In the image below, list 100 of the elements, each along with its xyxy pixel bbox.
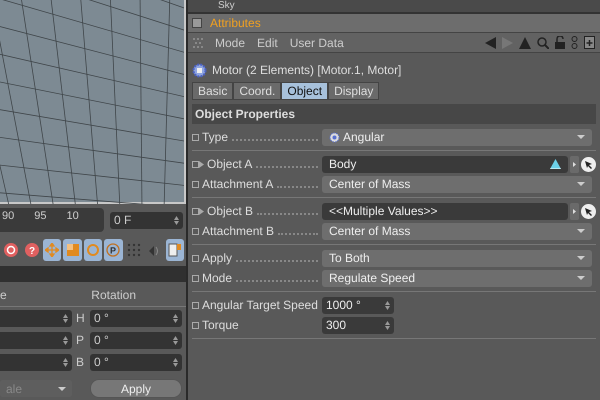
caret-icon xyxy=(577,182,585,186)
arrow-icon xyxy=(573,162,576,166)
field-label: Attachment B xyxy=(202,223,274,240)
tool-button[interactable] xyxy=(166,239,184,261)
move-icon xyxy=(45,243,60,257)
timeline-ruler[interactable]: 90 95 10 xyxy=(0,208,104,232)
link-field[interactable]: <<Multiple Values>> xyxy=(322,202,568,220)
help-icon: ? xyxy=(24,243,39,257)
tick-label: 90 xyxy=(2,209,14,224)
back-arrow-icon[interactable] xyxy=(485,36,496,48)
spinner-icon[interactable] xyxy=(63,314,68,322)
tab[interactable]: Basic xyxy=(192,82,234,100)
spinner-icon[interactable] xyxy=(385,320,390,330)
spinner-icon[interactable] xyxy=(173,314,178,322)
spinner-icon[interactable] xyxy=(173,358,178,366)
menu-arrow-button[interactable] xyxy=(570,202,579,220)
menu-item[interactable]: Mode xyxy=(215,34,246,52)
field-label: Torque xyxy=(202,317,239,334)
tool-button[interactable]: P xyxy=(104,239,123,261)
parameter-icon: P xyxy=(106,243,120,257)
tab[interactable]: Object xyxy=(281,82,328,100)
field-label: Type xyxy=(202,129,228,146)
keyframe-square-icon[interactable] xyxy=(192,208,199,214)
number-field[interactable]: 0 ° xyxy=(90,310,182,326)
expand-triangle-icon[interactable] xyxy=(199,160,204,168)
number-field[interactable]: 0 ° xyxy=(90,332,182,348)
grip-icon[interactable] xyxy=(193,38,203,48)
axis-label: H xyxy=(76,310,86,327)
panel-checkbox[interactable] xyxy=(192,18,202,28)
rotate-icon xyxy=(86,243,100,257)
keyframe-square-icon[interactable] xyxy=(192,228,199,234)
keyframe-square-icon[interactable] xyxy=(192,322,199,328)
keyframe-square-icon[interactable] xyxy=(192,180,199,188)
keyframe-square-icon[interactable] xyxy=(192,302,199,308)
search-icon[interactable] xyxy=(537,36,549,48)
panel-title: Attributes xyxy=(210,15,261,32)
number-field[interactable] xyxy=(0,332,72,348)
keyframe-square-icon[interactable] xyxy=(192,274,199,282)
number-field[interactable]: 300 xyxy=(322,316,394,334)
list-item[interactable]: Sky xyxy=(218,0,235,11)
column-header: e xyxy=(0,287,7,304)
number-field[interactable]: 1000 ° xyxy=(322,296,394,314)
column-header: Rotation xyxy=(91,287,136,304)
new-panel-icon[interactable] xyxy=(584,36,595,49)
caret-icon xyxy=(577,256,585,260)
spinner-icon[interactable] xyxy=(63,358,68,366)
dot-grid-icon xyxy=(126,243,141,257)
gear-icon xyxy=(192,62,207,78)
menu-arrow-button[interactable] xyxy=(570,156,579,172)
keyframe-square-icon[interactable] xyxy=(192,254,199,262)
record-icon xyxy=(4,243,18,257)
tab[interactable]: Display xyxy=(328,82,380,100)
field-label: Object A xyxy=(207,156,252,173)
frame-field[interactable]: 0 F xyxy=(110,212,183,228)
tool-button[interactable] xyxy=(84,239,102,261)
apply-button[interactable]: Apply xyxy=(90,379,182,398)
dropdown[interactable]: Center of Mass xyxy=(322,176,592,192)
document-icon xyxy=(168,243,182,257)
lock-icon[interactable] xyxy=(555,36,565,49)
field-label: Attachment A xyxy=(202,176,274,193)
field-label: Object B xyxy=(207,203,254,220)
up-arrow-icon[interactable] xyxy=(519,36,531,48)
scale-icon xyxy=(66,243,80,257)
number-field[interactable] xyxy=(0,354,72,370)
number-field[interactable] xyxy=(0,310,72,326)
tool-button[interactable]: ? xyxy=(22,239,41,261)
caret-icon xyxy=(577,229,585,233)
spinner-icon[interactable] xyxy=(173,336,178,344)
number-field[interactable]: 0 ° xyxy=(90,354,182,370)
keyframe-square-icon[interactable] xyxy=(192,134,199,140)
caret-icon xyxy=(577,135,585,139)
axis-label: P xyxy=(76,332,86,349)
tick-label: 95 xyxy=(34,209,46,224)
menu-item[interactable]: User Data xyxy=(290,34,344,52)
dropdown[interactable]: To Both xyxy=(322,250,592,266)
spinner-icon[interactable] xyxy=(385,300,390,310)
spinner-icon[interactable] xyxy=(63,336,68,344)
axis-label: B xyxy=(76,354,86,371)
link-icon[interactable] xyxy=(571,36,578,49)
object-title: Motor (2 Elements) [Motor.1, Motor] xyxy=(212,62,402,79)
field-label: Mode xyxy=(202,270,232,287)
link-field[interactable]: Body xyxy=(322,156,568,172)
section-header: Object Properties xyxy=(192,104,596,124)
caret-icon xyxy=(58,386,66,390)
field-label: Apply xyxy=(202,250,232,267)
spinner-icon[interactable] xyxy=(174,216,179,224)
dropdown[interactable]: Angular xyxy=(322,128,592,146)
field-label: Angular Target Speed xyxy=(202,297,318,314)
caret-icon xyxy=(577,276,585,280)
expand-triangle-icon[interactable] xyxy=(199,208,204,214)
keyframe-square-icon[interactable] xyxy=(192,160,199,168)
dropdown[interactable]: Center of Mass xyxy=(322,222,592,240)
arrow-icon xyxy=(573,208,576,214)
tool-button[interactable] xyxy=(42,239,62,261)
tab[interactable]: Coord. xyxy=(233,82,282,100)
pick-cursor-icon[interactable] xyxy=(581,156,596,172)
dropdown[interactable]: Regulate Speed xyxy=(322,270,592,286)
pick-cursor-icon[interactable] xyxy=(581,204,596,218)
tick-label: 10 xyxy=(66,209,79,224)
menu-item[interactable]: Edit xyxy=(257,34,278,52)
